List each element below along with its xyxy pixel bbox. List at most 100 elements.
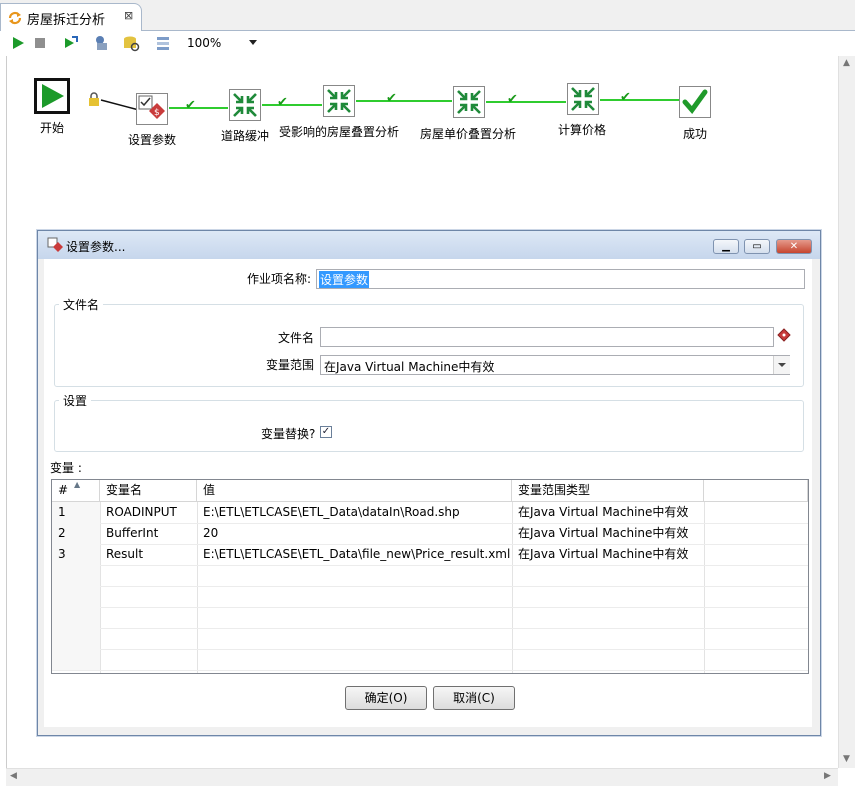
road-buffer-node[interactable] [229,89,261,121]
table-row-empty[interactable] [52,565,808,587]
zoom-select[interactable]: 100% [182,33,262,54]
scope-select[interactable]: 在Java Virtual Machine中有效 [320,355,790,375]
check-icon: ✔ [277,95,288,110]
workflow-node-label: 成功 [683,127,708,141]
var-value-cell[interactable]: E:\ETL\ETLCASE\ETL_Data\dataIn\Road.shp [197,502,512,523]
var-name-cell[interactable]: ROADINPUT [100,502,197,523]
header-label: # [58,483,69,497]
start-node[interactable] [34,78,70,114]
chevron-down-icon [778,363,786,367]
zoom-value: 100% [187,36,222,50]
hop-connector [356,100,452,102]
replay-icon[interactable] [61,34,79,52]
column-header-value[interactable]: 值 [197,480,512,502]
dialog-title: 设置参数... [66,240,126,254]
scroll-right-icon[interactable]: ▶ [824,771,831,781]
check-icon: ✔ [386,91,397,106]
ok-button[interactable]: 确定(O) [345,686,427,710]
cancel-button[interactable]: 取消(C) [433,686,515,710]
column-header-scope[interactable]: 变量范围类型 [512,480,704,502]
header-label: 值 [203,483,216,497]
replace-label: 变量替换? [261,427,316,441]
var-value-cell[interactable]: 20 [197,523,512,544]
verify-icon[interactable] [92,34,110,52]
scroll-left-icon[interactable]: ◀ [10,771,17,781]
replace-checkbox[interactable]: ✓ [320,426,332,438]
hop-connector [262,104,322,106]
scroll-up-icon[interactable]: ▲ [843,58,850,68]
horizontal-scrollbar[interactable]: ◀ ▶ [6,768,838,786]
var-scope-cell[interactable]: 在Java Virtual Machine中有效 [512,502,704,523]
hop-connector [486,101,566,103]
run-icon[interactable] [9,34,27,52]
close-icon[interactable]: ⊠ [124,9,133,22]
scope-dropdown-button[interactable] [773,356,790,374]
table-row-empty[interactable] [52,649,808,671]
set-params-dialog: 设置参数... ▁ ▭ ✕ 作业项名称: 设置参数 文件名 文件名 变量范围 在… [37,230,821,736]
set-params-icon [47,237,63,256]
close-icon[interactable]: ✕ [776,239,812,254]
table-row-empty[interactable] [52,607,808,629]
sort-ascending-icon: ▲ [74,480,81,489]
check-icon: ✔ [507,92,518,107]
settings-group [54,400,804,452]
maximize-icon[interactable]: ▭ [744,239,770,254]
var-value-cell[interactable]: E:\ETL\ETLCASE\ETL_Data\file_new\Price_r… [197,544,512,565]
table-row[interactable]: 3 Result E:\ETL\ETLCASE\ETL_Data\file_ne… [52,544,808,566]
job-icon [7,10,23,29]
workflow-node-label: 计算价格 [558,123,607,137]
workflow-node-label: 受影响的房屋叠置分析 [279,125,400,139]
vertical-scrollbar[interactable]: ▲ ▼ [838,56,855,768]
file-field[interactable] [320,327,774,347]
job-name-label: 作业项名称: [247,272,312,286]
file-label: 文件名 [278,331,315,345]
sql-icon[interactable] [122,34,140,52]
minimize-icon[interactable]: ▁ [713,239,739,254]
row-number: 3 [52,544,100,565]
unit-price-overlay-node[interactable] [453,86,485,118]
table-row-empty[interactable] [52,628,808,650]
var-scope-cell[interactable]: 在Java Virtual Machine中有效 [512,544,704,565]
scope-value: 在Java Virtual Machine中有效 [324,360,495,374]
column-header-filler [704,480,808,502]
var-scope-cell[interactable]: 在Java Virtual Machine中有效 [512,523,704,544]
dialog-titlebar[interactable]: 设置参数... ▁ ▭ ✕ [38,231,820,259]
workflow-node-label: 设置参数 [128,133,177,147]
set-params-node[interactable]: $ [136,93,168,125]
hop-connector [600,99,679,101]
check-icon: ✔ [620,90,631,105]
workflow-node-label: 房屋单价叠置分析 [420,127,517,141]
job-name-value: 设置参数 [319,271,370,288]
variables-label: 变量 : [50,461,82,475]
check-icon: ✔ [185,98,196,113]
workflow-node-label: 道路缓冲 [221,129,270,143]
table-row[interactable]: 2 BufferInt 20 在Java Virtual Machine中有效 [52,523,808,545]
hop-connector [169,107,228,109]
column-header-name[interactable]: 变量名 [100,480,197,502]
table-row[interactable]: 1 ROADINPUT E:\ETL\ETLCASE\ETL_Data\data… [52,502,808,524]
variable-icon[interactable] [777,328,791,345]
scroll-down-icon[interactable]: ▼ [843,754,850,764]
variables-table: # ▲ 变量名 值 变量范围类型 1 ROADINPUT E:\ETL\ETLC… [51,479,809,674]
tab-house-demolition[interactable]: 房屋拆迁分析 ⊠ [0,3,142,31]
stop-icon[interactable] [31,34,49,52]
layout-icon[interactable] [154,34,172,52]
header-label: 变量范围类型 [518,483,591,497]
header-label: 变量名 [106,483,143,497]
job-name-field[interactable]: 设置参数 [316,269,805,289]
affected-houses-overlay-node[interactable] [323,85,355,117]
column-header-index[interactable]: # ▲ [52,480,100,502]
table-row-empty[interactable] [52,586,808,608]
start-label: 开始 [40,121,65,135]
chevron-down-icon [249,40,257,45]
var-name-cell[interactable]: BufferInt [100,523,197,544]
scope-label: 变量范围 [266,358,315,372]
success-node[interactable] [679,86,711,118]
row-number: 2 [52,523,100,544]
settings-group-title: 设置 [59,392,92,409]
tab-title: 房屋拆迁分析 [27,13,106,28]
dialog-body: 作业项名称: 设置参数 文件名 文件名 变量范围 在Java Virtual M… [44,259,812,727]
row-number: 1 [52,502,100,523]
var-name-cell[interactable]: Result [100,544,197,565]
calculate-price-node[interactable] [567,83,599,115]
